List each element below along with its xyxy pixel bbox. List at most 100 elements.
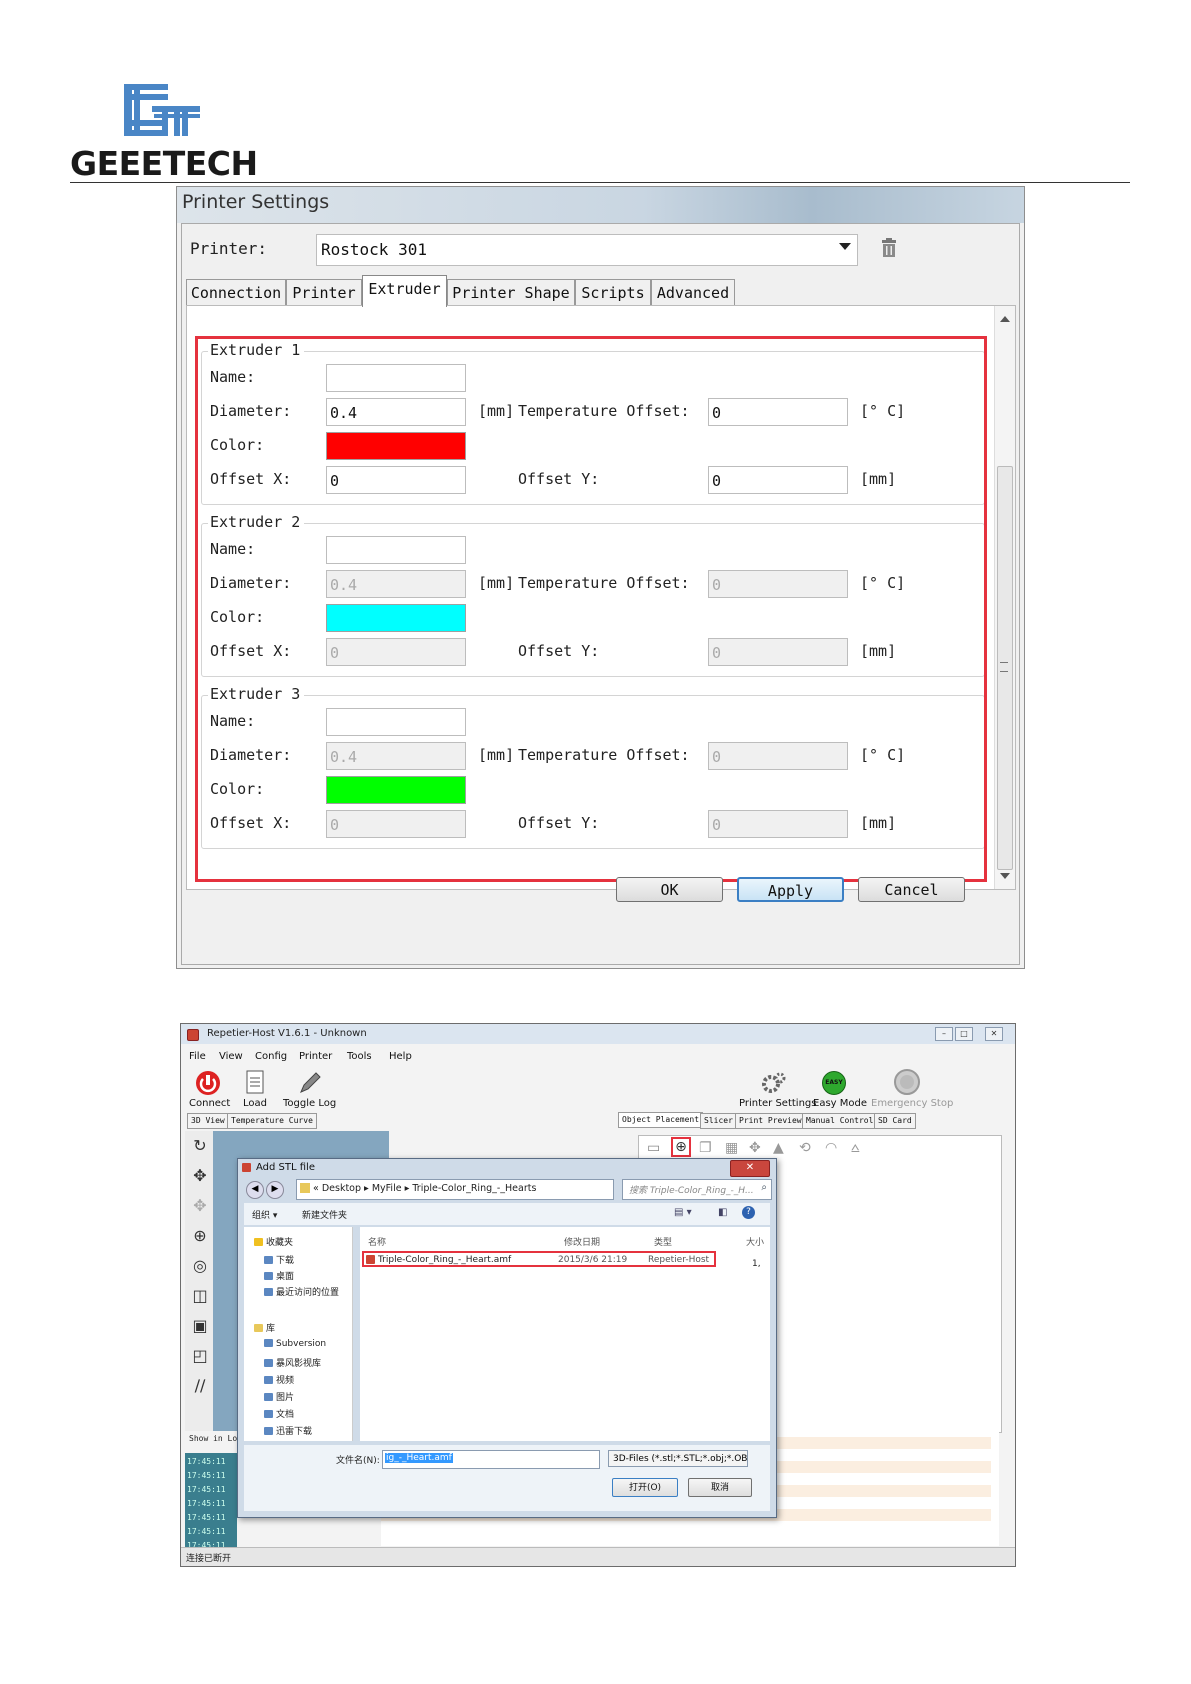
menu-file[interactable]: File bbox=[189, 1051, 206, 1062]
breadcrumb-desktop[interactable]: Desktop bbox=[322, 1183, 361, 1194]
iso-view-icon[interactable]: ◫ bbox=[191, 1287, 209, 1305]
front-view-icon[interactable]: ▣ bbox=[191, 1317, 209, 1335]
nav-libraries[interactable]: 库 bbox=[254, 1321, 275, 1334]
scroll-up-icon[interactable] bbox=[1000, 316, 1010, 322]
trash-icon[interactable] bbox=[880, 238, 898, 258]
tab-printer[interactable]: Printer bbox=[286, 279, 362, 306]
rotate-icon[interactable]: ↻ bbox=[191, 1137, 209, 1155]
preview-pane-icon[interactable]: ◧ bbox=[718, 1207, 727, 1218]
nav-documents[interactable]: 文档 bbox=[264, 1407, 294, 1420]
nav-pictures[interactable]: 图片 bbox=[264, 1390, 294, 1403]
menu-help[interactable]: Help bbox=[389, 1051, 412, 1062]
toggle-log-label[interactable]: Toggle Log bbox=[283, 1098, 336, 1109]
cancel-button[interactable]: Cancel bbox=[858, 877, 965, 902]
parallel-view-icon[interactable]: ∕∕ bbox=[191, 1377, 209, 1395]
search-input[interactable]: 搜索 Triple-Color_Ring_-_H... ⌕ bbox=[622, 1179, 772, 1200]
rotate-object-icon[interactable]: ⟲ bbox=[799, 1140, 811, 1156]
nav-label: 视频 bbox=[276, 1376, 295, 1386]
autoposition-icon[interactable]: ▦ bbox=[725, 1140, 738, 1156]
tab-printer-shape[interactable]: Printer Shape bbox=[447, 279, 575, 306]
minimize-icon[interactable]: – bbox=[935, 1027, 953, 1041]
tab-extruder[interactable]: Extruder bbox=[362, 275, 447, 307]
mirror-object-icon[interactable]: ⩟ bbox=[851, 1140, 860, 1156]
document-icon[interactable] bbox=[245, 1070, 267, 1096]
nav-videos[interactable]: 视频 bbox=[264, 1373, 294, 1386]
file-row[interactable]: Triple-Color_Ring_-_Heart.amf 2015/3/6 2… bbox=[362, 1251, 716, 1267]
close-icon[interactable]: ✕ bbox=[730, 1160, 770, 1177]
open-button[interactable]: 打开(O) bbox=[612, 1478, 678, 1497]
add-object-icon[interactable]: ⊕ bbox=[671, 1137, 691, 1157]
breadcrumb-myfile[interactable]: MyFile bbox=[372, 1183, 402, 1194]
forward-icon[interactable]: ▶ bbox=[266, 1181, 284, 1199]
view-options-icon[interactable]: ▤ ▾ bbox=[674, 1207, 692, 1218]
scroll-down-icon[interactable] bbox=[1000, 873, 1010, 879]
dialog-footer: 文件名(N): ig_-_Heart.amf 3D-Files (*.stl;*… bbox=[244, 1445, 770, 1511]
cancel-button[interactable]: 取消 bbox=[688, 1478, 752, 1497]
recent-places-icon bbox=[264, 1288, 273, 1296]
nav-downloads[interactable]: 下载 bbox=[264, 1253, 294, 1266]
easy-mode-label[interactable]: Easy Mode bbox=[813, 1098, 867, 1109]
window-titlebar: Repetier-Host V1.6.1 - Unknown – □ ✕ bbox=[181, 1024, 1015, 1044]
nav-favorites[interactable]: 收藏夹 bbox=[254, 1235, 293, 1248]
log-line: 17:45:11 bbox=[187, 1457, 226, 1466]
pencil-icon[interactable] bbox=[297, 1070, 323, 1096]
tab-scripts[interactable]: Scripts bbox=[575, 279, 651, 306]
tab-sd-card[interactable]: SD Card bbox=[874, 1113, 916, 1129]
tab-object-placement[interactable]: Object Placement bbox=[618, 1112, 704, 1128]
top-view-icon[interactable]: ◰ bbox=[191, 1347, 209, 1365]
column-name[interactable]: 名称 bbox=[368, 1235, 386, 1248]
save-icon[interactable]: ▭ bbox=[647, 1140, 660, 1156]
tab-temperature-curve[interactable]: Temperature Curve bbox=[227, 1113, 317, 1129]
column-type[interactable]: 类型 bbox=[654, 1235, 672, 1248]
tab-advanced[interactable]: Advanced bbox=[651, 279, 735, 306]
scale-object-icon[interactable]: ▲ bbox=[773, 1140, 784, 1156]
filename-input[interactable]: ig_-_Heart.amf bbox=[382, 1450, 600, 1469]
dialog-app-icon bbox=[242, 1163, 251, 1172]
move-object-icon[interactable]: ✥ bbox=[191, 1197, 209, 1215]
tab-3d-view[interactable]: 3D View bbox=[187, 1113, 229, 1129]
help-icon[interactable]: ? bbox=[742, 1206, 755, 1219]
nav-label: 收藏夹 bbox=[266, 1238, 294, 1248]
copy-object-icon[interactable]: ❐ bbox=[699, 1140, 712, 1156]
printer-select[interactable]: Rostock 301 bbox=[316, 234, 858, 266]
tab-connection[interactable]: Connection bbox=[186, 279, 286, 306]
menu-config[interactable]: Config bbox=[255, 1051, 287, 1062]
menu-printer[interactable]: Printer bbox=[299, 1051, 332, 1062]
organize-button[interactable]: 组织 ▾ bbox=[252, 1208, 277, 1221]
back-icon[interactable]: ◀ bbox=[246, 1181, 264, 1199]
new-folder-button[interactable]: 新建文件夹 bbox=[302, 1208, 347, 1221]
zoom-fit-icon[interactable]: ◎ bbox=[191, 1257, 209, 1275]
tab-manual-control[interactable]: Manual Control bbox=[802, 1113, 878, 1129]
apply-button[interactable]: Apply bbox=[737, 877, 844, 902]
column-date-modified[interactable]: 修改日期 bbox=[564, 1235, 600, 1248]
vertical-scrollbar[interactable] bbox=[994, 306, 1015, 889]
nav-desktop[interactable]: 桌面 bbox=[264, 1269, 294, 1282]
search-icon[interactable]: ⌕ bbox=[761, 1182, 767, 1193]
filetype-select[interactable]: 3D-Files (*.stl;*.STL;*.obj;*.OB bbox=[608, 1450, 748, 1467]
connect-label[interactable]: Connect bbox=[189, 1098, 230, 1109]
ok-button[interactable]: OK bbox=[616, 877, 723, 902]
maximize-icon[interactable]: □ bbox=[955, 1027, 973, 1041]
tab-print-preview[interactable]: Print Preview bbox=[735, 1113, 806, 1129]
nav-video-library[interactable]: 暴风影视库 bbox=[264, 1356, 321, 1369]
menu-view[interactable]: View bbox=[219, 1051, 243, 1062]
column-size[interactable]: 大小 bbox=[746, 1235, 764, 1248]
tab-slicer[interactable]: Slicer bbox=[700, 1113, 737, 1129]
address-bar[interactable]: « Desktop ▸ MyFile ▸ Triple-Color_Ring_-… bbox=[296, 1179, 614, 1200]
nav-label: 库 bbox=[266, 1324, 276, 1334]
nav-recent-places[interactable]: 最近访问的位置 bbox=[264, 1285, 339, 1298]
cut-object-icon[interactable]: ◠ bbox=[825, 1140, 837, 1156]
printer-settings-label[interactable]: Printer Settings bbox=[739, 1098, 816, 1109]
zoom-in-icon[interactable]: ⊕ bbox=[191, 1227, 209, 1245]
close-icon[interactable]: ✕ bbox=[985, 1027, 1003, 1041]
move-icon[interactable]: ✥ bbox=[191, 1167, 209, 1185]
breadcrumb-folder[interactable]: Triple-Color_Ring_-_Hearts bbox=[412, 1183, 536, 1194]
easy-mode-icon[interactable]: EASY bbox=[822, 1071, 846, 1095]
power-icon[interactable] bbox=[195, 1070, 221, 1096]
nav-subversion[interactable]: Subversion bbox=[264, 1339, 326, 1349]
menu-tools[interactable]: Tools bbox=[347, 1051, 372, 1062]
center-object-icon[interactable]: ✥ bbox=[749, 1140, 761, 1156]
load-label[interactable]: Load bbox=[243, 1098, 267, 1109]
nav-thunder-downloads[interactable]: 迅雷下载 bbox=[264, 1424, 312, 1437]
gear-icon[interactable] bbox=[761, 1070, 787, 1096]
